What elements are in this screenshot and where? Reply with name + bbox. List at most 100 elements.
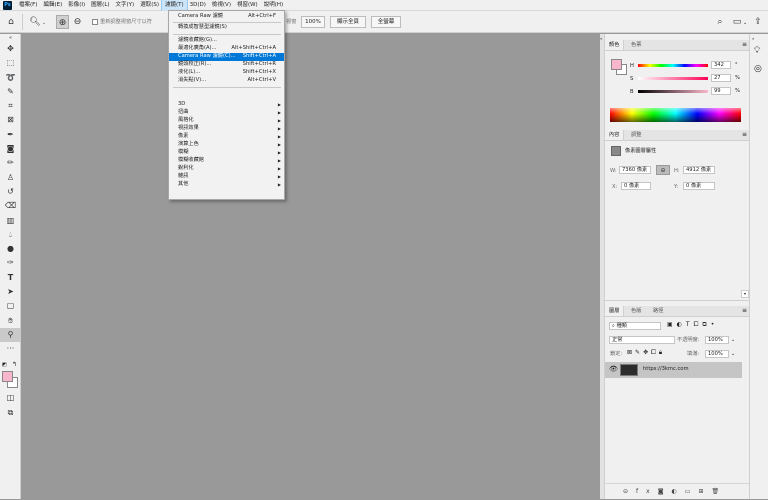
height-field[interactable]: 4912 像素: [683, 166, 715, 174]
menu-item-camera-raw-last[interactable]: Camera Raw 濾鏡 Alt+Ctrl+F: [169, 13, 284, 21]
layer-row[interactable]: 👁︎ https://3kmc.com: [605, 362, 742, 378]
zoom-tool-icon[interactable]: 🔍︎: [28, 15, 42, 29]
menu-edit[interactable]: 編輯(E): [40, 0, 65, 11]
healing-brush-tool-icon[interactable]: ◙: [0, 142, 21, 156]
chevron-down-icon[interactable]: ⌄: [743, 20, 747, 26]
menu-layer[interactable]: 圖層(L): [88, 0, 112, 11]
y-field[interactable]: 0 像素: [683, 182, 715, 190]
crop-tool-icon[interactable]: ⌗: [0, 99, 21, 113]
eyedropper-tool-icon[interactable]: ✒: [0, 128, 21, 142]
link-layers-icon[interactable]: ⊝: [623, 488, 636, 495]
fit-screen-button[interactable]: 顯示全頁: [330, 16, 366, 28]
submenu-3d[interactable]: 3D ▶: [169, 101, 284, 109]
toolbar-collapse-icon[interactable]: «: [0, 34, 21, 42]
tab-color[interactable]: 顏色: [605, 40, 625, 50]
menu-help[interactable]: 說明(H): [261, 0, 286, 11]
menu-item-camera-raw-filter[interactable]: Camera Raw 濾鏡(C)... Shift+Ctrl+A: [169, 53, 284, 61]
move-tool-icon[interactable]: ✥: [0, 42, 21, 56]
quick-mask-icon[interactable]: ◫: [0, 391, 21, 405]
eye-icon[interactable]: 👁︎: [609, 365, 618, 373]
saturation-slider[interactable]: [638, 77, 708, 80]
lock-image-icon[interactable]: ✎: [635, 349, 643, 356]
submenu-blur[interactable]: 模糊 ▶: [169, 149, 284, 157]
tab-swatches[interactable]: 色票: [627, 40, 645, 50]
lasso-tool-icon[interactable]: ➰: [0, 71, 21, 85]
submenu-noise[interactable]: 雜訊 ▶: [169, 173, 284, 181]
chevron-down-icon[interactable]: ⌄: [731, 351, 735, 357]
zoom-100-button[interactable]: 100%: [301, 16, 325, 28]
saturation-field[interactable]: 27: [711, 74, 731, 82]
filter-type-icon[interactable]: T: [686, 321, 694, 328]
width-field[interactable]: 7360 像素: [619, 166, 651, 174]
chevron-down-icon[interactable]: ⌄: [42, 20, 46, 26]
menu-window[interactable]: 視窗(W): [234, 0, 261, 11]
opacity-field[interactable]: 100%: [705, 336, 729, 344]
brightness-slider[interactable]: [638, 90, 708, 93]
clone-stamp-tool-icon[interactable]: ♙: [0, 171, 21, 185]
pen-tool-icon[interactable]: ✑: [0, 256, 21, 270]
type-tool-icon[interactable]: T: [0, 271, 21, 285]
brightness-field[interactable]: 99: [711, 87, 731, 95]
submenu-pixelate[interactable]: 像素 ▶: [169, 133, 284, 141]
tab-paths[interactable]: 路徑: [649, 306, 667, 316]
x-field[interactable]: 0 像素: [621, 182, 651, 190]
libraries-icon[interactable]: ◎: [754, 64, 762, 74]
add-mask-icon[interactable]: ◙: [658, 488, 672, 495]
submenu-video[interactable]: 視訊效果 ▶: [169, 125, 284, 133]
menu-item-liquify[interactable]: 液化(L)... Shift+Ctrl+X: [169, 69, 284, 77]
filter-adjustment-icon[interactable]: ◐: [677, 321, 686, 328]
submenu-sharpen[interactable]: 銳利化 ▶: [169, 165, 284, 173]
link-icon[interactable]: ⊝: [656, 165, 670, 175]
menu-item-convert-smart-filter[interactable]: 轉換成智慧型濾鏡(S): [169, 24, 284, 32]
fx-icon[interactable]: fx: [636, 488, 658, 495]
menu-file[interactable]: 檔案(F): [16, 0, 40, 11]
frame-tool-icon[interactable]: ⊠: [0, 113, 21, 127]
adjustment-layer-icon[interactable]: ◐: [672, 488, 685, 495]
zoom-tool-icon[interactable]: ⚲: [0, 327, 21, 343]
quick-select-tool-icon[interactable]: ✎: [0, 85, 21, 99]
menu-item-adaptive-wide-angle[interactable]: 最適化廣角(A)... Alt+Shift+Ctrl+A: [169, 45, 284, 53]
search-icon[interactable]: ⌕: [714, 15, 726, 29]
layer-filter-select[interactable]: ⌕ 種類: [609, 322, 661, 330]
menu-type[interactable]: 文字(Y): [113, 0, 138, 11]
resize-windows-checkbox[interactable]: [92, 19, 98, 25]
tab-properties[interactable]: 內容: [605, 130, 625, 140]
swap-colors-icon[interactable]: ↰: [12, 361, 17, 368]
hue-field[interactable]: 342: [711, 61, 731, 69]
filter-smart-icon[interactable]: ⧉: [702, 321, 710, 328]
submenu-distort[interactable]: 扭曲 ▶: [169, 109, 284, 117]
new-layer-icon[interactable]: ⊞: [698, 488, 711, 495]
tab-channels[interactable]: 色版: [627, 306, 645, 316]
submenu-stylize[interactable]: 風格化 ▶: [169, 117, 284, 125]
zoom-out-icon[interactable]: ⊖: [71, 15, 84, 29]
share-icon[interactable]: ⇪: [752, 15, 764, 29]
menu-item-lens-correction[interactable]: 鏡頭校正(R)... Shift+Ctrl+R: [169, 61, 284, 69]
history-brush-tool-icon[interactable]: ↺: [0, 185, 21, 199]
menu-select[interactable]: 選取(S): [137, 0, 162, 11]
default-colors-icon[interactable]: ◩: [2, 362, 7, 368]
menu-3d[interactable]: 3D(D): [187, 0, 209, 11]
lock-artboard-icon[interactable]: ⧠: [651, 349, 659, 356]
panel-menu-icon[interactable]: ≡: [742, 41, 747, 48]
menu-filter[interactable]: 濾鏡(T): [160, 0, 188, 12]
dodge-tool-icon[interactable]: ●: [0, 242, 21, 256]
marquee-tool-icon[interactable]: ⬚: [0, 56, 21, 70]
zoom-in-icon[interactable]: ⊕: [56, 15, 69, 29]
submenu-render[interactable]: 演算上色 ▶: [169, 141, 284, 149]
more-tools-icon[interactable]: ···: [0, 342, 21, 356]
lock-position-icon[interactable]: ✥: [643, 349, 651, 356]
collapse-panels-icon[interactable]: «: [600, 36, 602, 41]
submenu-other[interactable]: 其他 ▶: [169, 181, 284, 189]
screen-mode-icon[interactable]: ⧉: [0, 406, 21, 420]
lock-all-icon[interactable]: 🔒︎: [659, 349, 665, 356]
expand-panels-icon[interactable]: »: [752, 36, 754, 41]
learn-icon[interactable]: 💡︎: [754, 46, 760, 56]
group-icon[interactable]: ▭: [685, 488, 699, 495]
gradient-tool-icon[interactable]: ▥: [0, 214, 21, 228]
submenu-blur-gallery[interactable]: 模糊收藏館 ▶: [169, 157, 284, 165]
panel-menu-icon[interactable]: ≡: [742, 131, 747, 138]
fill-screen-button[interactable]: 全螢幕: [371, 16, 401, 28]
blend-mode-select[interactable]: 正常: [609, 336, 675, 344]
tab-layers[interactable]: 圖層: [605, 306, 625, 316]
trash-icon[interactable]: 🗑︎: [711, 488, 727, 495]
